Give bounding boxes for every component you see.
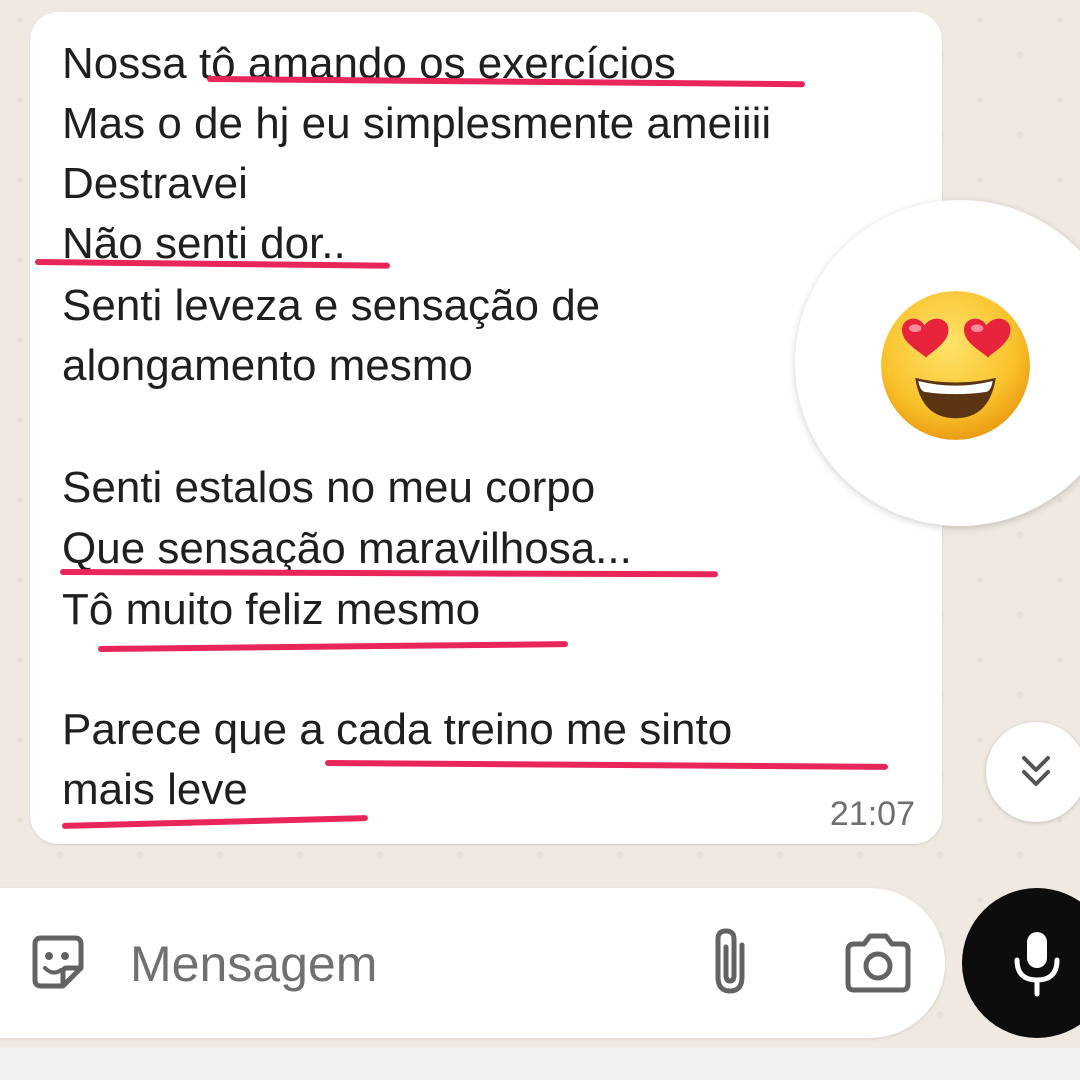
message-line: Senti estalos no meu corpo bbox=[62, 463, 596, 512]
message-line: Mas o de hj eu simplesmente ameiiii bbox=[62, 99, 772, 148]
heart-eyes-emoji-icon bbox=[881, 291, 1030, 440]
message-line: Destravei bbox=[62, 159, 248, 208]
message-input[interactable]: Mensagem bbox=[130, 935, 377, 993]
double-chevron-down-icon bbox=[1022, 756, 1050, 786]
message-line: alongamento mesmo bbox=[62, 341, 473, 390]
message-line: Tô muito feliz mesmo bbox=[62, 585, 481, 634]
paperclip-icon[interactable] bbox=[700, 925, 760, 997]
message-input-placeholder: Mensagem bbox=[130, 936, 378, 992]
message-line: Que sensação maravilhosa... bbox=[62, 524, 632, 573]
sticker-icon[interactable] bbox=[25, 930, 91, 996]
message-timestamp: 21:07 bbox=[829, 795, 915, 833]
message-line: Parece que a cada treino me sinto bbox=[62, 705, 733, 754]
microphone-icon bbox=[1014, 932, 1060, 997]
message-line: Senti leveza e sensação de bbox=[62, 281, 601, 330]
message-line: mais leve bbox=[62, 765, 248, 814]
navigation-bar bbox=[0, 1048, 1080, 1080]
camera-icon[interactable] bbox=[842, 932, 914, 994]
scroll-down-button[interactable] bbox=[986, 722, 1080, 822]
